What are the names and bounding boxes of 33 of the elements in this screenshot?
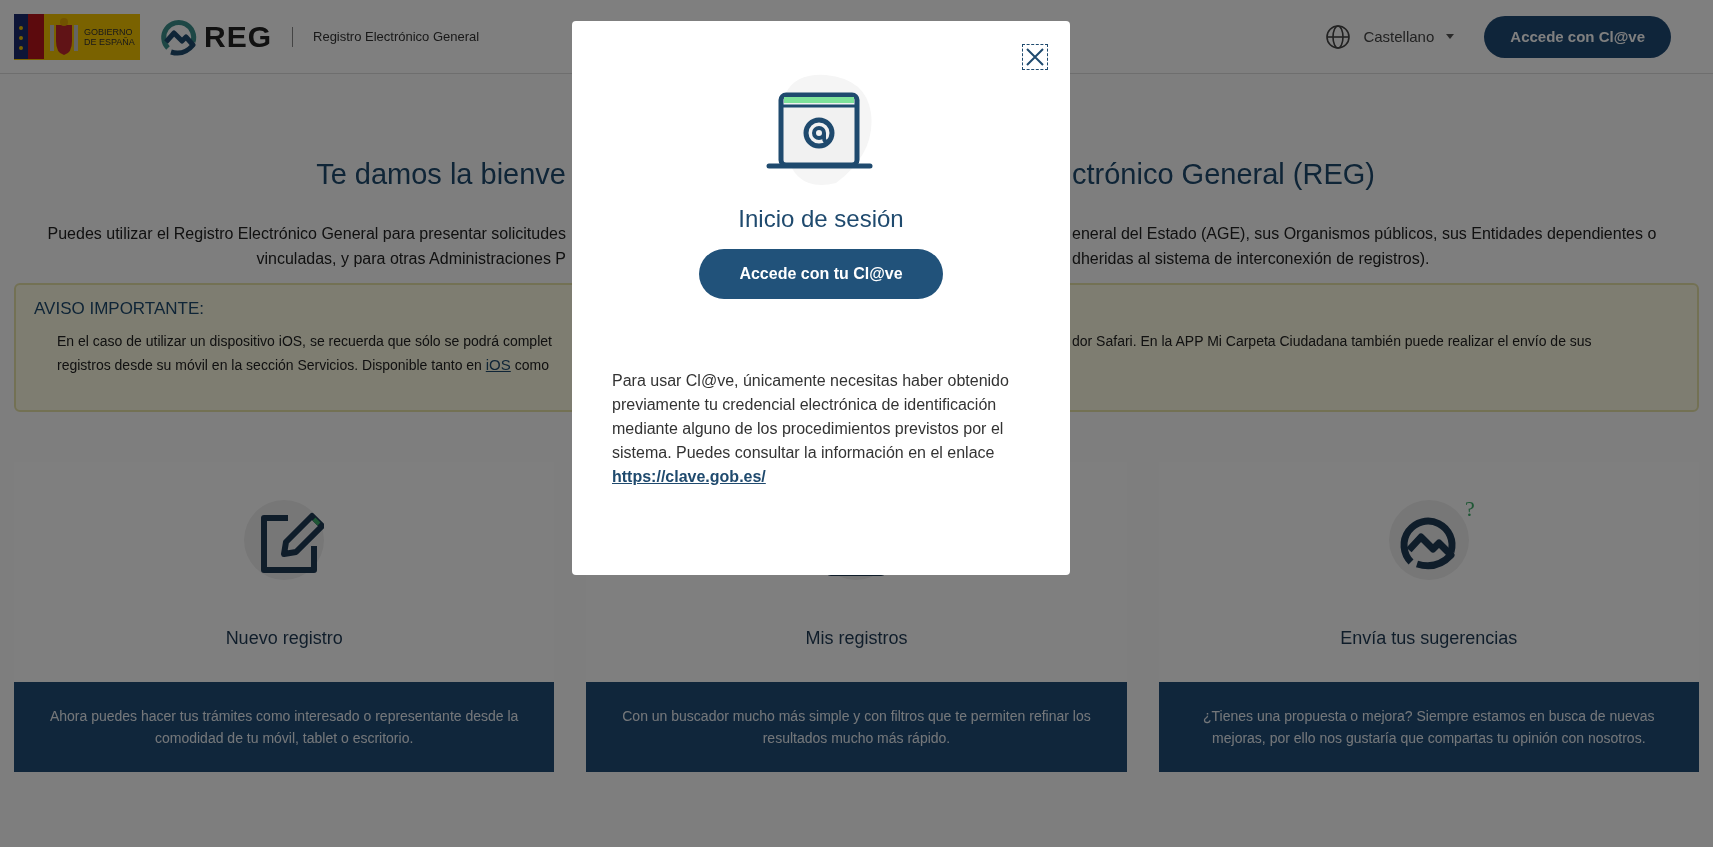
mountain-logo-icon — [160, 17, 198, 56]
card-description: ¿Tienes una propuesta o mejora? Siempre estamos en busca de nuevas mejoras, por ello nos gustaría que compartas tu opinión con nosotros. — [1202, 707, 1656, 748]
login-button[interactable]: Accede con Cl@ve — [1484, 15, 1671, 58]
logo-text: REG — [204, 19, 272, 54]
card-title: Mis registros — [805, 628, 908, 649]
intro-text: vinculadas, y para otras Administraciones P — [255, 249, 566, 269]
card-description: Ahora puedes hacer tus trámites como interesado o representante desde la comodidad de tu móvil, tablet o escritorio. — [48, 707, 520, 748]
card-description: Con un buscador mucho más simple y con filtros que te permiten refinar los resultados mucho más rápido. — [621, 707, 1092, 748]
notice-text: registros desde su móvil en la sección Servicios. Disponible tanto en iOS como — [56, 355, 550, 375]
card-title: Envía tus sugerencias — [1340, 628, 1518, 649]
notice-text: dor Safari. En la APP Mi Carpeta Ciudadana también puede realizar el envío de sus — [1072, 332, 1593, 351]
close-button[interactable] — [1022, 44, 1048, 70]
question-mark: ? — [1465, 496, 1475, 522]
government-name: DE ESPAÑA — [84, 36, 135, 47]
caret-icon — [1446, 34, 1455, 39]
clave-login-button[interactable]: Accede con tu Cl@ve — [699, 249, 943, 299]
intro-text: Puedes utilizar el Registro Electrónico General para presentar solicitudes — [46, 224, 566, 244]
language-selector[interactable]: Castellano — [1359, 24, 1459, 49]
intro-text: eneral del Estado (AGE), sus Organismos públicos, sus Entidades dependientes o — [1072, 224, 1658, 244]
welcome-title: ctrónico General (REG) — [1072, 158, 1376, 191]
globe-icon[interactable] — [1325, 23, 1352, 50]
dialog-title: Inicio de sesión — [738, 205, 904, 233]
intro-text: dheridas al sistema de interconexión de registros). — [1072, 249, 1431, 269]
clave-link[interactable]: https://clave.gob.es/ — [612, 468, 766, 485]
welcome-title: Te damos la bienve — [315, 158, 566, 191]
coat-of-arms-icon — [47, 16, 81, 57]
notice-text: En el caso de utilizar un dispositivo iOS, se recuerda que sólo se podrá complet — [56, 332, 553, 351]
government-name: GOBIERNO — [84, 26, 134, 37]
card-title: Nuevo registro — [225, 628, 343, 649]
close-icon — [1025, 47, 1045, 67]
ios-link[interactable]: iOS — [485, 356, 511, 373]
notice-title: AVISO IMPORTANTE: — [33, 299, 206, 319]
site-name: Registro Electrónico General — [313, 29, 480, 44]
